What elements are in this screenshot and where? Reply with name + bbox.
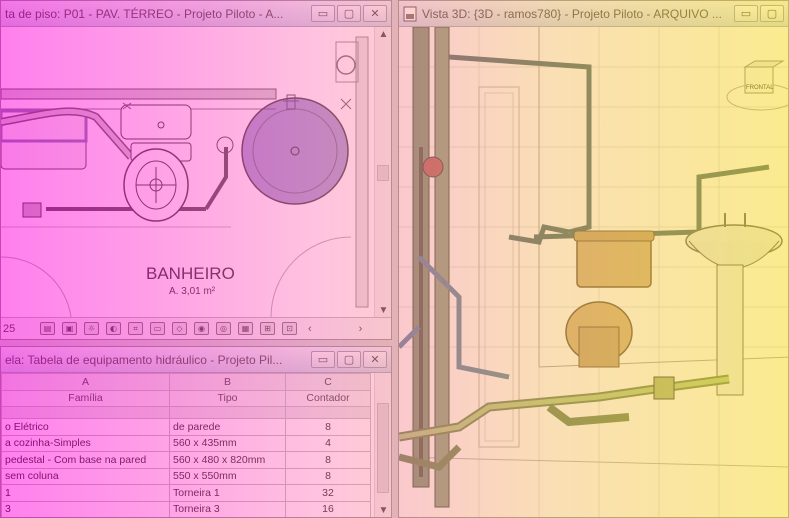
design-options-icon[interactable]: ⊞ — [260, 322, 275, 335]
visual-style-icon[interactable]: ▣ — [62, 322, 77, 335]
cell-tipo[interactable]: 560 x 480 x 820mm — [169, 451, 286, 469]
view3d-titlebar[interactable]: Vista 3D: {3D - ramos780} - Projeto Pilo… — [399, 1, 788, 27]
cell-tipo[interactable]: Torneira 3 — [169, 500, 286, 517]
table-row[interactable]: pedestal - Com base na pared 560 x 480 x… — [1, 451, 371, 469]
scroll-left-arrow-icon[interactable]: ‹ — [308, 323, 312, 335]
room-area-label: A. 3,01 m² — [169, 286, 216, 297]
group-separator-row — [1, 406, 371, 419]
column-letter-a[interactable]: A — [1, 373, 170, 391]
floor-plan-window: ta de piso: P01 - PAV. TÉRREO - Projeto … — [0, 0, 392, 340]
floor-plan-titlebar[interactable]: ta de piso: P01 - PAV. TÉRREO - Projeto … — [1, 1, 391, 27]
scroll-thumb[interactable] — [377, 165, 389, 181]
table-row[interactable]: o Elétrico de parede 8 — [1, 418, 371, 436]
restore-button[interactable]: ▢ — [337, 351, 361, 368]
cell-familia[interactable]: sem coluna — [1, 467, 170, 485]
cell-familia[interactable]: 3 — [1, 500, 170, 517]
worksharing-icon[interactable]: ▦ — [238, 322, 253, 335]
column-letter-c[interactable]: C — [285, 373, 371, 391]
view3d-canvas[interactable] — [399, 27, 789, 518]
cell-familia[interactable]: a cozinha-Simples — [1, 434, 170, 452]
cell-familia[interactable]: pedestal - Com base na pared — [1, 451, 170, 469]
app-workspace: ta de piso: P01 - PAV. TÉRREO - Projeto … — [0, 0, 789, 518]
restore-button[interactable]: ▢ — [337, 5, 361, 22]
scroll-right-arrow-icon[interactable]: › — [359, 323, 363, 335]
cell-contador[interactable]: 16 — [285, 500, 371, 517]
cell-contador[interactable]: 8 — [285, 451, 371, 469]
table-row[interactable]: a cozinha-Simples 560 x 435mm 4 — [1, 434, 371, 452]
schedule-titlebar[interactable]: ela: Tabela de equipamento hidráulico - … — [1, 347, 391, 373]
cell-contador[interactable]: 4 — [285, 434, 371, 452]
room-name-label: BANHEIRO — [146, 264, 235, 283]
crop-view-icon[interactable]: ⌗ — [128, 322, 143, 335]
header-contador[interactable]: Contador — [285, 389, 371, 407]
restore-button[interactable]: ▢ — [760, 5, 784, 22]
view3d-window: Vista 3D: {3D - ramos780} - Projeto Pilo… — [398, 0, 789, 518]
minimize-button[interactable]: ▭ — [311, 351, 335, 368]
floor-plan-vertical-scrollbar[interactable]: ▲ ▼ — [374, 27, 391, 319]
cell-contador[interactable]: 32 — [285, 484, 371, 502]
header-familia[interactable]: Família — [1, 389, 170, 407]
schedule-table: A B C Família Tipo Contador o Elétrico d… — [1, 373, 371, 517]
cell-tipo[interactable]: de parede — [169, 418, 286, 436]
header-row: Família Tipo Contador — [1, 389, 371, 407]
minimize-button[interactable]: ▭ — [311, 5, 335, 22]
cell-contador[interactable]: 8 — [285, 467, 371, 485]
cell-familia[interactable]: 1 — [1, 484, 170, 502]
scroll-thumb[interactable] — [377, 403, 389, 493]
floor-plan-title: ta de piso: P01 - PAV. TÉRREO - Projeto … — [5, 6, 284, 21]
view3d-document-icon — [403, 6, 417, 21]
close-button[interactable]: ✕ — [363, 351, 387, 368]
cell-contador[interactable]: 8 — [285, 418, 371, 436]
minimize-button[interactable]: ▭ — [734, 5, 758, 22]
cell-familia[interactable]: o Elétrico — [1, 418, 170, 436]
table-row[interactable]: 1 Torneira 1 32 — [1, 484, 371, 502]
analysis-icon[interactable]: ⊡ — [282, 322, 297, 335]
view-scale[interactable]: 25 — [3, 323, 33, 335]
sun-path-icon[interactable]: ☼ — [84, 322, 99, 335]
close-button[interactable]: ✕ — [363, 5, 387, 22]
floor-plan-view-control-bar: 25 ▤ ▣ ☼ ◐ ⌗ ▭ ◇ ◉ ◎ ▦ ⊞ ⊡ ‹ › — [1, 317, 391, 339]
scroll-down-arrow-icon[interactable]: ▼ — [375, 503, 391, 517]
show-crop-icon[interactable]: ▭ — [150, 322, 165, 335]
table-row[interactable]: sem coluna 550 x 550mm 8 — [1, 467, 371, 485]
schedule-window: ela: Tabela de equipamento hidráulico - … — [0, 346, 392, 518]
cell-tipo[interactable]: 550 x 550mm — [169, 467, 286, 485]
shadows-icon[interactable]: ◐ — [106, 322, 121, 335]
column-letter-b[interactable]: B — [169, 373, 286, 391]
detail-level-icon[interactable]: ▤ — [40, 322, 55, 335]
viewcube-label[interactable]: FRONTAL — [746, 85, 774, 91]
header-tipo[interactable]: Tipo — [169, 389, 286, 407]
schedule-vertical-scrollbar[interactable]: ▼ — [374, 373, 391, 517]
view3d-title: Vista 3D: {3D - ramos780} - Projeto Pilo… — [422, 6, 722, 21]
cell-tipo[interactable]: 560 x 435mm — [169, 434, 286, 452]
unlock-3d-icon[interactable]: ◇ — [172, 322, 187, 335]
table-row[interactable]: 3 Torneira 3 16 — [1, 500, 371, 517]
cell-tipo[interactable]: Torneira 1 — [169, 484, 286, 502]
column-letter-row: A B C — [1, 373, 371, 391]
reveal-hidden-icon[interactable]: ◎ — [216, 322, 231, 335]
temporary-hide-icon[interactable]: ◉ — [194, 322, 209, 335]
scroll-up-arrow-icon[interactable]: ▲ — [375, 27, 391, 43]
schedule-title: ela: Tabela de equipamento hidráulico - … — [5, 352, 283, 367]
